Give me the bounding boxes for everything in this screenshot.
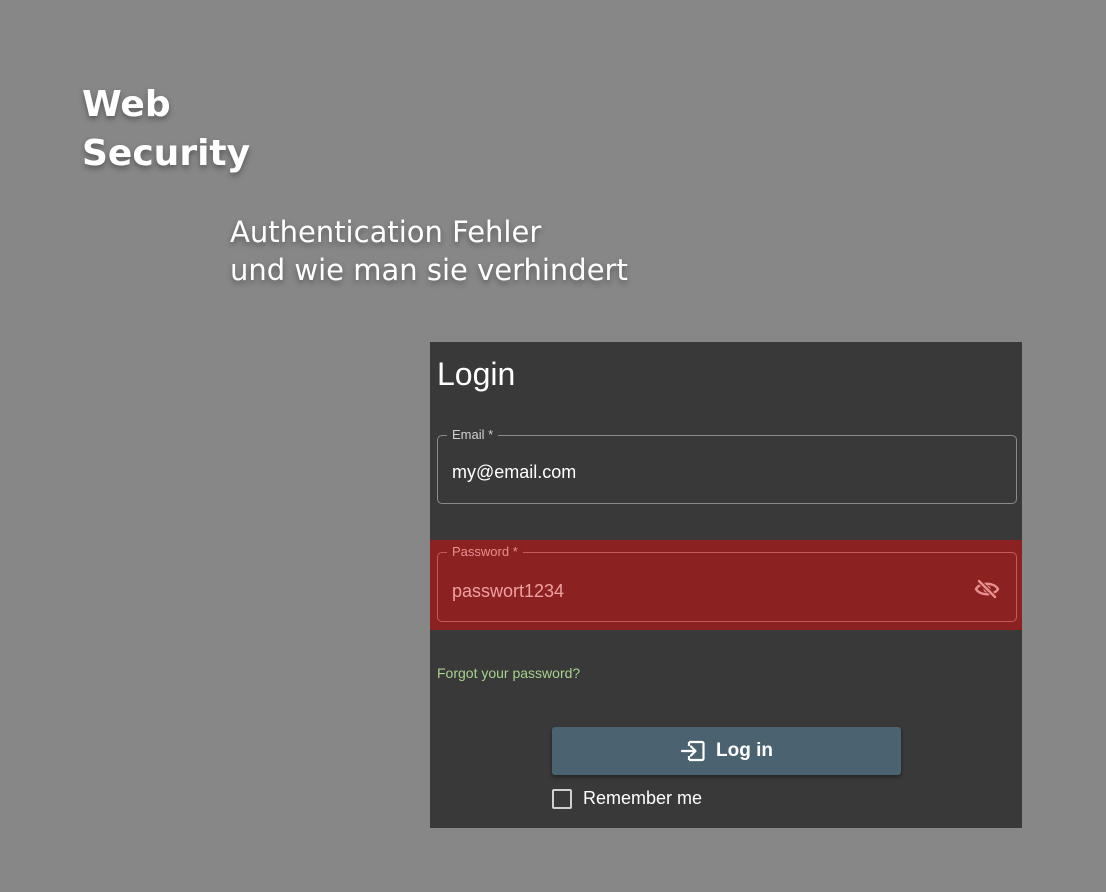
forgot-password-link[interactable]: Forgot your password? (437, 665, 580, 681)
password-field[interactable]: Password * passwort1234 (437, 545, 1017, 622)
slide-subtitle-line-2: und wie man sie verhindert (230, 253, 628, 287)
login-icon (680, 739, 706, 763)
slide-subtitle-line-1: Authentication Fehler (230, 215, 542, 249)
email-field-label: Email * (447, 428, 499, 442)
remember-me-checkbox[interactable] (552, 788, 572, 809)
password-error-highlight: Password * passwort1234 (430, 540, 1022, 630)
password-field-label: Password * (447, 545, 523, 559)
login-button-label: Log in (716, 740, 773, 761)
email-field[interactable]: Email * my@email.com (437, 428, 1017, 504)
remember-me-label: Remember me (583, 788, 703, 808)
slide-subtitle: Authentication Fehler und wie man sie ve… (230, 213, 628, 289)
slide-title-line-1: Web (82, 84, 171, 125)
login-heading: Login (437, 356, 516, 392)
login-button[interactable]: Log in (552, 727, 901, 775)
slide-title: Web Security (82, 80, 250, 178)
remember-me[interactable]: Remember me (552, 788, 702, 809)
slide: Web Security Authentication Fehler und w… (0, 0, 1106, 892)
eye-off-icon[interactable] (974, 579, 1000, 599)
password-field-value[interactable]: passwort1234 (452, 581, 564, 602)
email-field-value[interactable]: my@email.com (452, 462, 576, 483)
slide-title-line-2: Security (82, 133, 251, 174)
login-screenshot-panel: Login Email * my@email.com Password * pa… (430, 342, 1022, 828)
